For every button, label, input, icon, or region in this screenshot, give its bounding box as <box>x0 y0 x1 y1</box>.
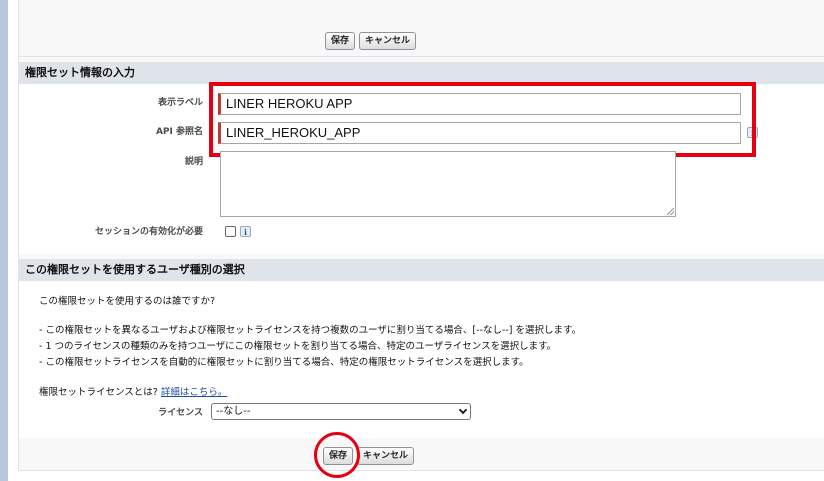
license-select-value: --なし-- <box>216 406 251 417</box>
highlight-circle <box>314 432 360 478</box>
cancel-button-bottom[interactable]: キャンセル <box>357 447 415 465</box>
license-question-text: この権限セットを使用するのは誰ですか? <box>39 296 216 307</box>
permission-set-edit-panel: 保存 キャンセル 権限セット情報の入力 表示ラベル LINER HEROKU A… <box>18 0 824 478</box>
section-body-info: 表示ラベル LINER HEROKU APP API 参照名 LINER_HER… <box>19 82 824 254</box>
chevron-down-icon <box>458 405 468 415</box>
page-content: 保存 キャンセル 権限セット情報の入力 表示ラベル LINER HEROKU A… <box>8 0 824 481</box>
license-help-text: 権限セットライセンスとは? <box>39 387 158 398</box>
section-header-license: この権限セットを使用するユーザ種別の選択 <box>19 259 824 281</box>
save-button-top[interactable]: 保存 <box>325 32 356 50</box>
details-link[interactable]: 詳細はこちら。 <box>161 387 228 398</box>
cancel-button-top[interactable]: キャンセル <box>359 32 417 50</box>
instruction-line-3: - この権限セットライセンスを自動的に権限セットに割り当てる場合、特定の権限セッ… <box>39 357 529 368</box>
api-name-label: API 参照名 <box>155 127 203 137</box>
highlight-box <box>209 82 756 157</box>
resize-grip-icon[interactable] <box>667 208 674 215</box>
session-required-label: セッションの有効化が必要 <box>94 227 203 237</box>
section-header-info: 権限セット情報の入力 <box>19 62 824 84</box>
display-label-label: 表示ラベル <box>157 98 203 108</box>
session-required-checkbox[interactable] <box>225 226 236 237</box>
section-body-license: この権限セットを使用するのは誰ですか? - この権限セットを異なるユーザおよび権… <box>19 281 824 438</box>
page-left-edge <box>0 0 8 481</box>
info-icon[interactable]: i <box>240 226 251 237</box>
description-textarea[interactable] <box>220 151 676 217</box>
top-button-bar: 保存 キャンセル <box>19 0 824 57</box>
license-select[interactable]: --なし-- <box>211 403 471 420</box>
instruction-line-1: - この権限セットを異なるユーザおよび権限セットライセンスを持つ複数のユーザに割… <box>39 325 582 336</box>
instruction-line-2: - 1 つのライセンスの種類のみを持つユーザにこの権限セットを割り当てる場合、特… <box>39 341 557 352</box>
license-help-line: 権限セットライセンスとは? 詳細はこちら。 <box>39 384 227 398</box>
description-label: 説明 <box>184 157 203 167</box>
license-label: ライセンス <box>158 408 203 418</box>
